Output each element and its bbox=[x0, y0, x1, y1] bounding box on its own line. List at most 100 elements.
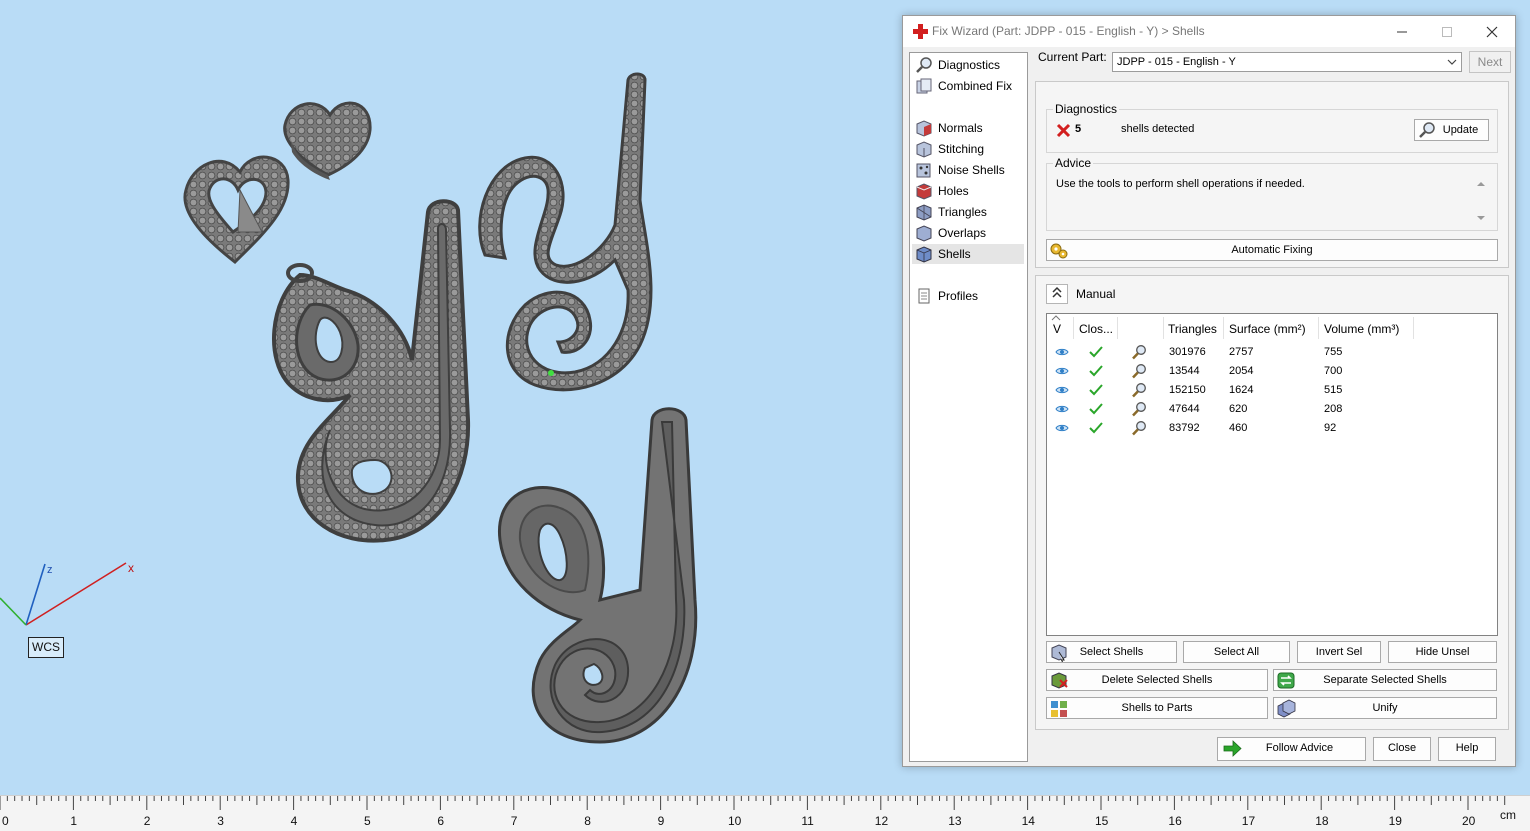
nav-item-holes[interactable]: Holes bbox=[912, 181, 1024, 201]
nav-item-diagnostics[interactable]: Diagnostics bbox=[912, 55, 1024, 75]
nav-label-shells: Shells bbox=[938, 247, 971, 261]
shells-table[interactable]: V Clos... Triangles Surface (mm²) Volume… bbox=[1046, 313, 1498, 636]
eye-icon[interactable] bbox=[1055, 423, 1069, 433]
separate-selected-shells-label: Separate Selected Shells bbox=[1323, 674, 1447, 686]
hide-unsel-button[interactable]: Hide Unsel bbox=[1388, 641, 1497, 663]
diagnostics-group: Diagnostics 5 shells detected Update bbox=[1046, 102, 1498, 153]
cell-volume: 515 bbox=[1324, 384, 1343, 396]
header-triangles[interactable]: Triangles bbox=[1168, 322, 1217, 336]
select-shells-icon bbox=[1051, 644, 1067, 662]
close-window-button[interactable] bbox=[1469, 16, 1515, 47]
check-icon bbox=[1089, 403, 1103, 415]
table-row[interactable]: 13544 2054 700 bbox=[1051, 362, 1491, 381]
ruler-tick-label: 12 bbox=[874, 814, 889, 828]
automatic-fixing-button[interactable]: Automatic Fixing bbox=[1046, 239, 1498, 261]
nav-item-combined-fix[interactable]: Combined Fix bbox=[912, 76, 1024, 96]
zoom-to-shell-icon[interactable] bbox=[1131, 363, 1147, 379]
noise-shells-icon bbox=[916, 163, 931, 178]
magnifier-icon bbox=[916, 57, 932, 73]
table-row[interactable]: 301976 2757 755 bbox=[1051, 343, 1491, 362]
eye-icon[interactable] bbox=[1055, 366, 1069, 376]
unify-button[interactable]: Unify bbox=[1273, 697, 1497, 719]
nav-item-normals[interactable]: Normals bbox=[912, 118, 1024, 138]
current-part-select[interactable]: JDPP - 015 - English - Y bbox=[1112, 52, 1462, 72]
table-row[interactable]: 152150 1624 515 bbox=[1051, 381, 1491, 400]
advice-group: Advice Use the tools to perform shell op… bbox=[1046, 156, 1498, 231]
delete-selected-shells-button[interactable]: Delete Selected Shells bbox=[1046, 669, 1268, 691]
diagnostics-group-title: Diagnostics bbox=[1053, 102, 1120, 116]
table-row[interactable]: 83792 460 92 bbox=[1051, 419, 1491, 438]
nav-item-noise-shells[interactable]: Noise Shells bbox=[912, 160, 1024, 180]
cell-surface: 620 bbox=[1229, 403, 1248, 415]
ruler-tick-label: 16 bbox=[1168, 814, 1182, 828]
dialog-title: Fix Wizard (Part: JDPP - 015 - English -… bbox=[932, 24, 1205, 38]
error-x-icon bbox=[1056, 123, 1071, 138]
eye-icon[interactable] bbox=[1055, 347, 1069, 357]
ruler-tick-label: 6 bbox=[437, 814, 445, 828]
header-volume[interactable]: Volume (mm³) bbox=[1324, 322, 1399, 336]
nav-item-shells[interactable]: Shells bbox=[912, 244, 1024, 264]
nav-item-overlaps[interactable]: Overlaps bbox=[912, 223, 1024, 243]
cell-volume: 700 bbox=[1324, 365, 1343, 377]
maximize-button[interactable] bbox=[1424, 16, 1470, 47]
letter-y-small-shell[interactable] bbox=[478, 72, 653, 392]
select-shells-button[interactable]: Select Shells bbox=[1046, 641, 1177, 663]
select-all-button[interactable]: Select All bbox=[1183, 641, 1290, 663]
shell-count: 5 bbox=[1075, 123, 1082, 135]
overlaps-cube-icon bbox=[916, 225, 932, 242]
advice-scrollbar[interactable] bbox=[1475, 178, 1487, 224]
normals-cube-icon bbox=[916, 120, 932, 137]
current-part-label: Current Part: bbox=[1038, 50, 1107, 64]
follow-advice-button[interactable]: Follow Advice bbox=[1217, 737, 1366, 761]
model-scene[interactable]: x z bbox=[0, 0, 900, 795]
ruler-tick-label: 18 bbox=[1315, 814, 1329, 828]
update-button[interactable]: Update bbox=[1414, 119, 1489, 141]
letter-y-solid-shell[interactable] bbox=[497, 407, 698, 744]
collapse-manual-button[interactable] bbox=[1046, 284, 1068, 304]
minimize-button[interactable] bbox=[1379, 16, 1425, 47]
red-cross-icon bbox=[913, 24, 928, 39]
letter-y-large-shell[interactable] bbox=[272, 199, 471, 543]
shells-to-parts-icon bbox=[1051, 701, 1067, 717]
eye-icon[interactable] bbox=[1055, 385, 1069, 395]
advice-group-title: Advice bbox=[1053, 156, 1094, 170]
title-bar[interactable]: Fix Wizard (Part: JDPP - 015 - English -… bbox=[903, 16, 1515, 47]
heart-outline-shell[interactable] bbox=[183, 155, 290, 264]
shells-to-parts-button[interactable]: Shells to Parts bbox=[1046, 697, 1268, 719]
header-visible[interactable]: V bbox=[1053, 322, 1061, 336]
heart-solid-shell[interactable] bbox=[283, 101, 372, 180]
unify-label: Unify bbox=[1372, 702, 1398, 714]
eye-icon[interactable] bbox=[1055, 404, 1069, 414]
check-icon bbox=[1089, 365, 1103, 377]
header-surface[interactable]: Surface (mm²) bbox=[1229, 322, 1306, 336]
ruler-tick-label: 3 bbox=[217, 814, 224, 828]
ruler-tick-label: 15 bbox=[1095, 814, 1109, 828]
nav-item-profiles[interactable]: Profiles bbox=[912, 286, 1024, 306]
gears-icon bbox=[1050, 243, 1068, 259]
zoom-to-shell-icon[interactable] bbox=[1131, 382, 1147, 398]
help-button[interactable]: Help bbox=[1438, 737, 1496, 761]
triangles-cube-icon bbox=[916, 204, 932, 221]
separate-selected-shells-button[interactable]: Separate Selected Shells bbox=[1273, 669, 1497, 691]
zoom-to-shell-icon[interactable] bbox=[1131, 344, 1147, 360]
header-closed[interactable]: Clos... bbox=[1079, 322, 1113, 336]
zoom-to-shell-icon[interactable] bbox=[1131, 420, 1147, 436]
ruler-tick-label: 4 bbox=[290, 814, 298, 828]
maximize-icon bbox=[1442, 26, 1452, 37]
next-button[interactable]: Next bbox=[1469, 51, 1511, 73]
close-button[interactable]: Close bbox=[1373, 737, 1431, 761]
manual-label: Manual bbox=[1076, 287, 1116, 301]
nav-label-noise-shells: Noise Shells bbox=[938, 163, 1005, 177]
nav-item-triangles[interactable]: Triangles bbox=[912, 202, 1024, 222]
ruler-tick-label: 8 bbox=[584, 814, 591, 828]
zoom-to-shell-icon[interactable] bbox=[1131, 401, 1147, 417]
cell-triangles: 301976 bbox=[1169, 346, 1206, 358]
table-row[interactable]: 47644 620 208 bbox=[1051, 400, 1491, 419]
invert-sel-button[interactable]: Invert Sel bbox=[1297, 641, 1381, 663]
stitching-cube-icon bbox=[916, 141, 932, 158]
sort-up-icon bbox=[1051, 315, 1061, 321]
nav-item-stitching[interactable]: Stitching bbox=[912, 139, 1024, 159]
fix-wizard-nav: Diagnostics Combined Fix Normals Stitchi… bbox=[909, 52, 1028, 762]
axis-x-label: x bbox=[128, 561, 134, 575]
nav-label-combined-fix: Combined Fix bbox=[938, 79, 1013, 93]
